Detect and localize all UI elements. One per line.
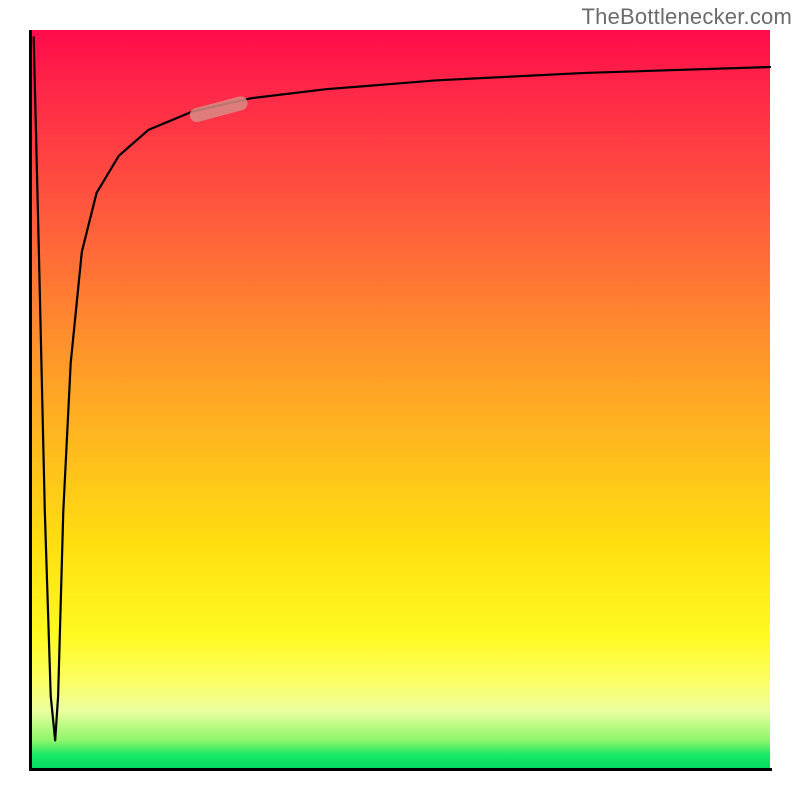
- highlight-marker-icon: [188, 95, 249, 124]
- bottleneck-curve: [34, 37, 770, 740]
- attribution-label: TheBottlenecker.com: [582, 4, 792, 30]
- curve-layer: [30, 30, 770, 770]
- chart-stage: TheBottlenecker.com: [0, 0, 800, 800]
